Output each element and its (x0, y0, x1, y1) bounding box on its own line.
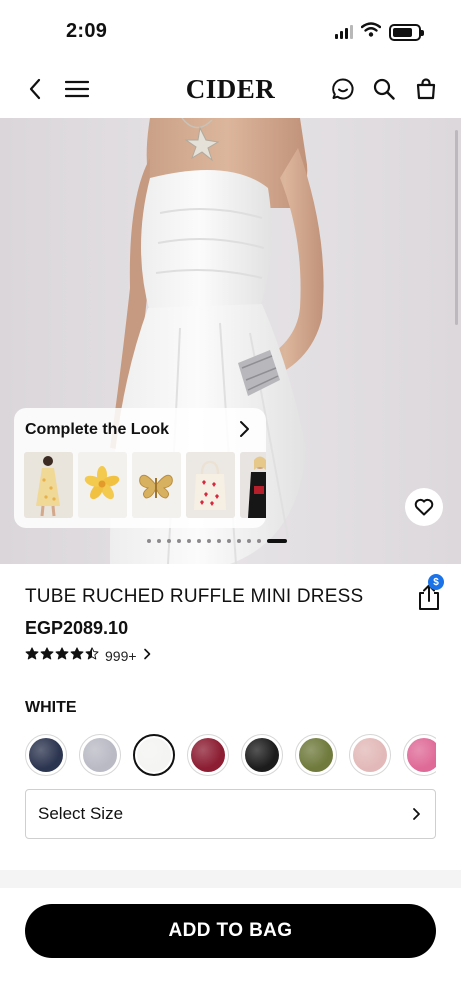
cellular-signal-icon (335, 25, 353, 39)
chevron-right-icon (412, 807, 421, 826)
rating-stars (25, 647, 99, 665)
chevron-right-icon[interactable] (238, 420, 250, 443)
carousel-dot[interactable] (177, 539, 181, 543)
bag-icon[interactable] (411, 74, 441, 104)
color-swatch-olive[interactable] (295, 734, 337, 776)
carousel-dot[interactable] (157, 539, 161, 543)
image-scrollbar[interactable] (455, 130, 458, 325)
chevron-right-icon (143, 647, 151, 665)
color-swatch-black[interactable] (241, 734, 283, 776)
complete-the-look-items (24, 452, 266, 518)
selected-color-label: WHITE (25, 699, 77, 716)
color-swatch-blush-pink[interactable] (349, 734, 391, 776)
swatch-color-fill (137, 738, 171, 772)
color-swatch-white[interactable] (133, 734, 175, 776)
swatch-color-fill (299, 738, 333, 772)
carousel-dot[interactable] (197, 539, 201, 543)
carousel-dot[interactable] (247, 539, 251, 543)
status-icons (335, 22, 424, 42)
wifi-icon (360, 22, 382, 42)
complete-the-look-title: Complete the Look (25, 421, 170, 438)
look-item-flower-clip[interactable] (78, 452, 127, 518)
swatch-color-fill (191, 738, 225, 772)
rating-row[interactable]: 999+ (25, 647, 151, 665)
select-size-label: Select Size (38, 804, 124, 823)
carousel-dot[interactable] (257, 539, 261, 543)
swatch-color-fill (29, 738, 63, 772)
top-nav-bar: CIDER (0, 62, 461, 118)
review-count: 999+ (105, 648, 137, 664)
status-time: 2:09 (66, 20, 108, 42)
color-swatch-light-gray[interactable] (79, 734, 121, 776)
carousel-dot[interactable] (237, 539, 241, 543)
look-item-heart-tote[interactable] (186, 452, 235, 518)
add-to-bag-button[interactable]: ADD TO BAG (25, 904, 436, 958)
star-icon (25, 647, 39, 665)
swatch-color-fill (245, 738, 279, 772)
carousel-dot[interactable] (147, 539, 151, 543)
star-icon (85, 647, 99, 665)
look-item-floral-dress[interactable] (24, 452, 73, 518)
star-icon (70, 647, 84, 665)
carousel-dot[interactable] (207, 539, 211, 543)
battery-icon (389, 23, 424, 41)
carousel-dot[interactable] (227, 539, 231, 543)
swatch-color-fill (353, 738, 387, 772)
carousel-dot[interactable] (187, 539, 191, 543)
complete-the-look-card[interactable]: Complete the Look (14, 408, 266, 528)
select-size-dropdown[interactable]: Select Size (25, 789, 436, 839)
share-reward-badge: $ (428, 574, 444, 590)
carousel-indicator (147, 539, 287, 543)
carousel-dot[interactable] (217, 539, 221, 543)
search-icon[interactable] (369, 74, 399, 104)
look-item-butterfly-clip[interactable] (132, 452, 181, 518)
status-bar: 2:09 (0, 0, 461, 62)
star-icon (40, 647, 54, 665)
carousel-dot[interactable] (267, 539, 287, 543)
product-title: TUBE RUCHED RUFFLE MINI DRESS (25, 586, 364, 607)
color-swatch-hot-pink[interactable] (403, 734, 436, 776)
product-image-carousel[interactable]: Complete the Look (0, 118, 461, 564)
swatch-color-fill (407, 738, 436, 772)
color-swatch-list (25, 732, 436, 778)
star-icon (55, 647, 69, 665)
section-divider (0, 870, 461, 888)
wishlist-button[interactable] (405, 488, 443, 526)
look-item-black-outfit[interactable] (240, 452, 266, 518)
heart-icon (414, 498, 434, 516)
chat-icon[interactable] (328, 74, 358, 104)
color-swatch-burgundy[interactable] (187, 734, 229, 776)
carousel-dot[interactable] (167, 539, 171, 543)
product-price: EGP2089.10 (25, 618, 129, 638)
swatch-color-fill (83, 738, 117, 772)
color-swatch-navy[interactable] (25, 734, 67, 776)
